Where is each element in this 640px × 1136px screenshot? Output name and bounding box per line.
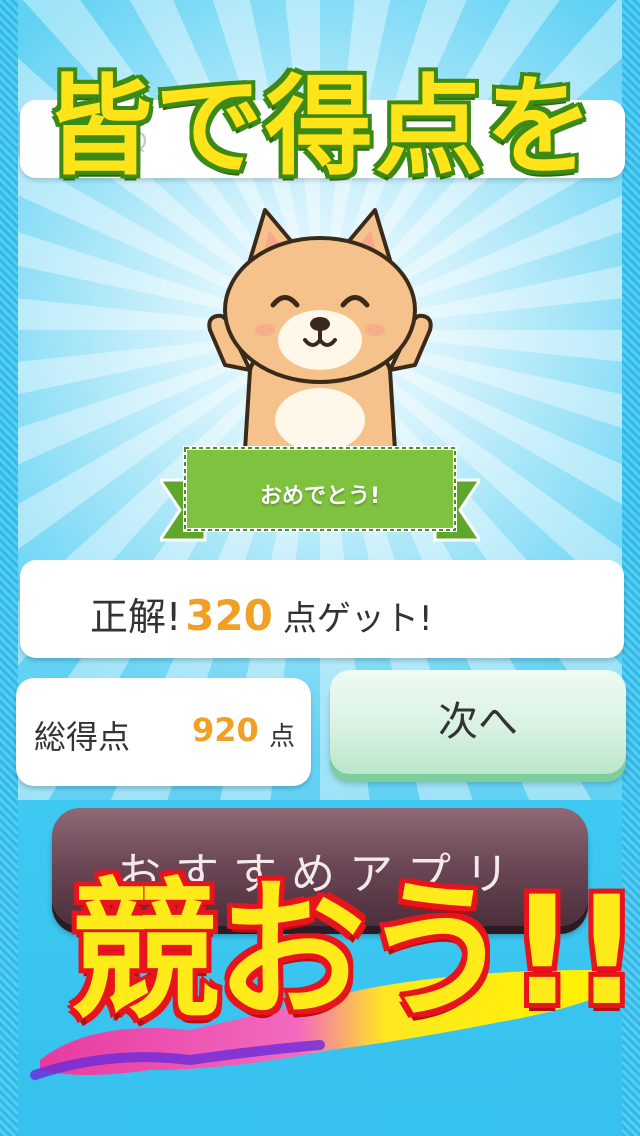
result-line: 正解!320 点ゲット! (90, 586, 433, 641)
total-score-unit: 点 (269, 722, 296, 752)
result-score: 320 (185, 591, 273, 640)
result-panel: 正解!320 点ゲット! (20, 560, 624, 658)
next-button[interactable]: 次へ (330, 670, 626, 774)
total-score-panel: 総得点 920 点 (16, 678, 311, 786)
total-score-label: 総得点 (34, 718, 131, 756)
congrats-label: おめでとう! (259, 484, 381, 509)
result-suffix: 点ゲット! (282, 599, 433, 639)
compete-overlay-text: 競おう!! (67, 862, 640, 1043)
result-prefix: 正解! (90, 595, 182, 639)
fox-dog-mascot-icon (207, 208, 433, 450)
promo-headline: 皆で得点を (42, 62, 596, 193)
total-score-value: 920 (192, 711, 259, 749)
